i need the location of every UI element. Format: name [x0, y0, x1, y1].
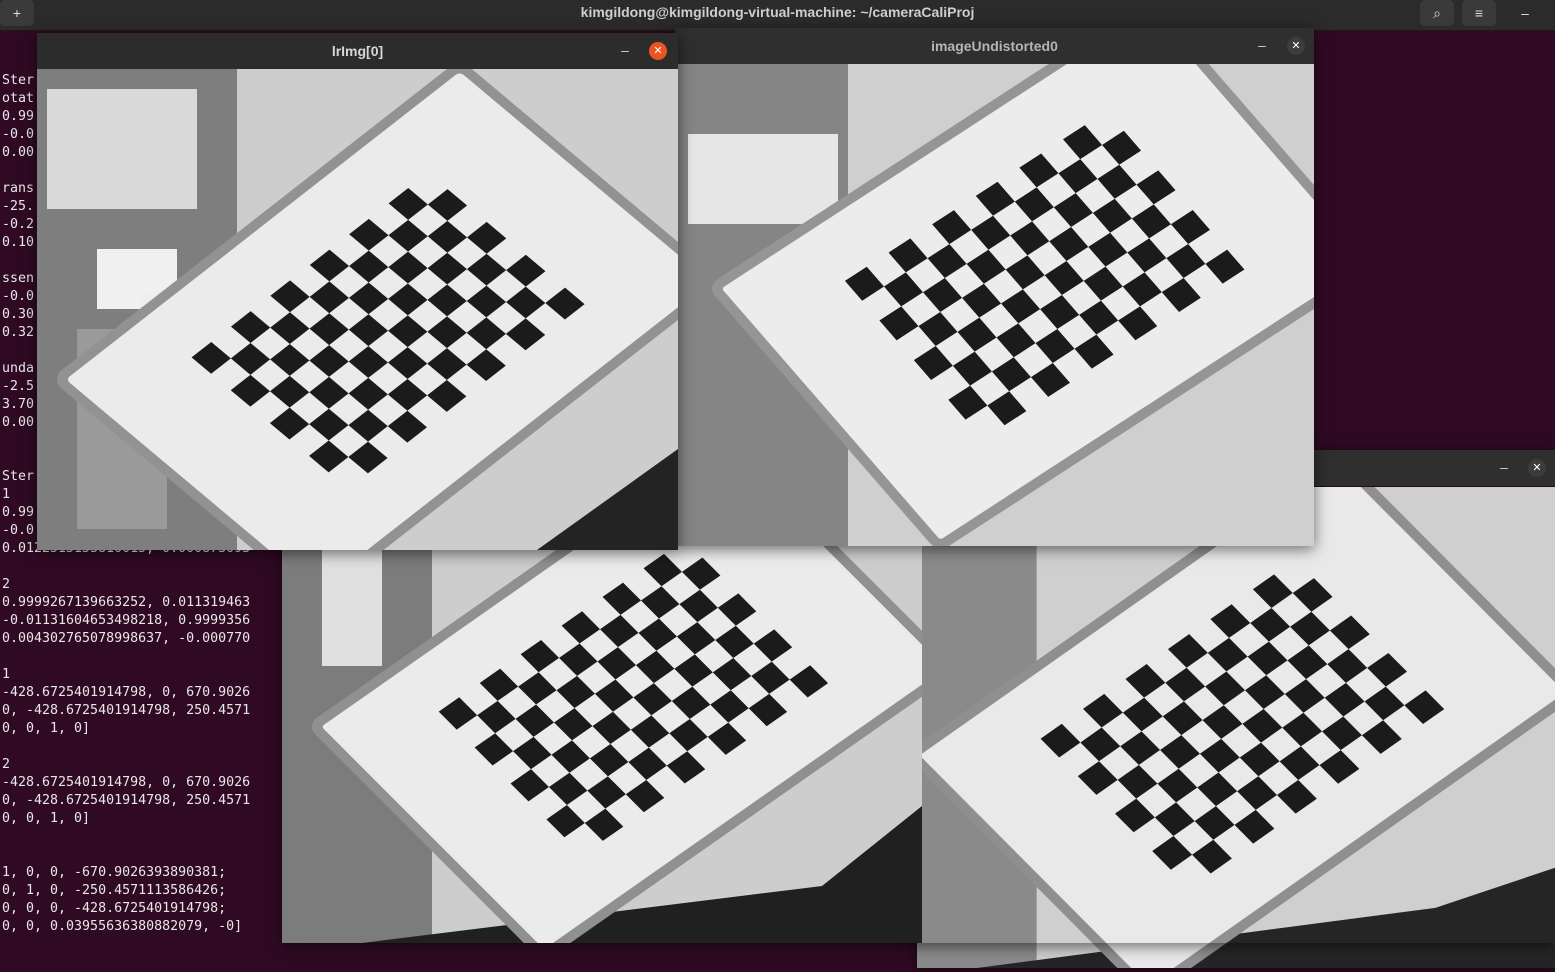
- checkerboard-image: [282, 486, 922, 943]
- lrimg-minimize-button[interactable]: –: [615, 33, 635, 69]
- lrimg-titlebar[interactable]: lrImg[0]: [37, 33, 678, 69]
- lrimg-checkerboard-image: [37, 69, 678, 550]
- lrimg-title: lrImg[0]: [331, 43, 384, 59]
- image-undistorted-close-button[interactable]: ✕: [1287, 37, 1305, 55]
- undistorted-checkerboard-image: [678, 64, 1314, 546]
- terminal-minimize-button[interactable]: –: [1508, 0, 1542, 26]
- terminal-header: + kimgildong@kimgildong-virtual-machine:…: [0, 0, 1555, 31]
- image-canvas: [37, 69, 678, 550]
- lrimg-close-button[interactable]: ✕: [649, 42, 667, 60]
- image-undistorted-window[interactable]: imageUndistorted0 – ✕: [675, 28, 1314, 546]
- menu-button[interactable]: ≡: [1462, 0, 1496, 26]
- image-undistorted-titlebar[interactable]: imageUndistorted0: [675, 28, 1314, 64]
- hamburger-menu-icon: ≡: [1474, 5, 1484, 21]
- window-3-close-button[interactable]: ✕: [1528, 459, 1546, 477]
- search-icon: ⌕: [1433, 5, 1441, 21]
- close-icon: ✕: [653, 45, 663, 57]
- image-undistorted-minimize-button[interactable]: –: [1252, 28, 1272, 64]
- terminal-title: kimgildong@kimgildong-virtual-machine: ~…: [580, 4, 975, 20]
- close-icon: ✕: [1532, 462, 1542, 474]
- image-canvas: [282, 486, 922, 943]
- close-icon: ✕: [1291, 40, 1301, 52]
- window-3-minimize-button[interactable]: –: [1494, 450, 1514, 486]
- image-canvas: [678, 64, 1314, 546]
- minimize-icon: –: [1258, 37, 1266, 53]
- lrimg-window[interactable]: lrImg[0] – ✕: [37, 33, 678, 550]
- minimize-icon: –: [621, 42, 629, 58]
- minimize-icon: –: [1521, 5, 1529, 21]
- minimize-icon: –: [1500, 459, 1508, 475]
- image-undistorted-title: imageUndistorted0: [931, 38, 1058, 54]
- search-button[interactable]: ⌕: [1420, 0, 1454, 26]
